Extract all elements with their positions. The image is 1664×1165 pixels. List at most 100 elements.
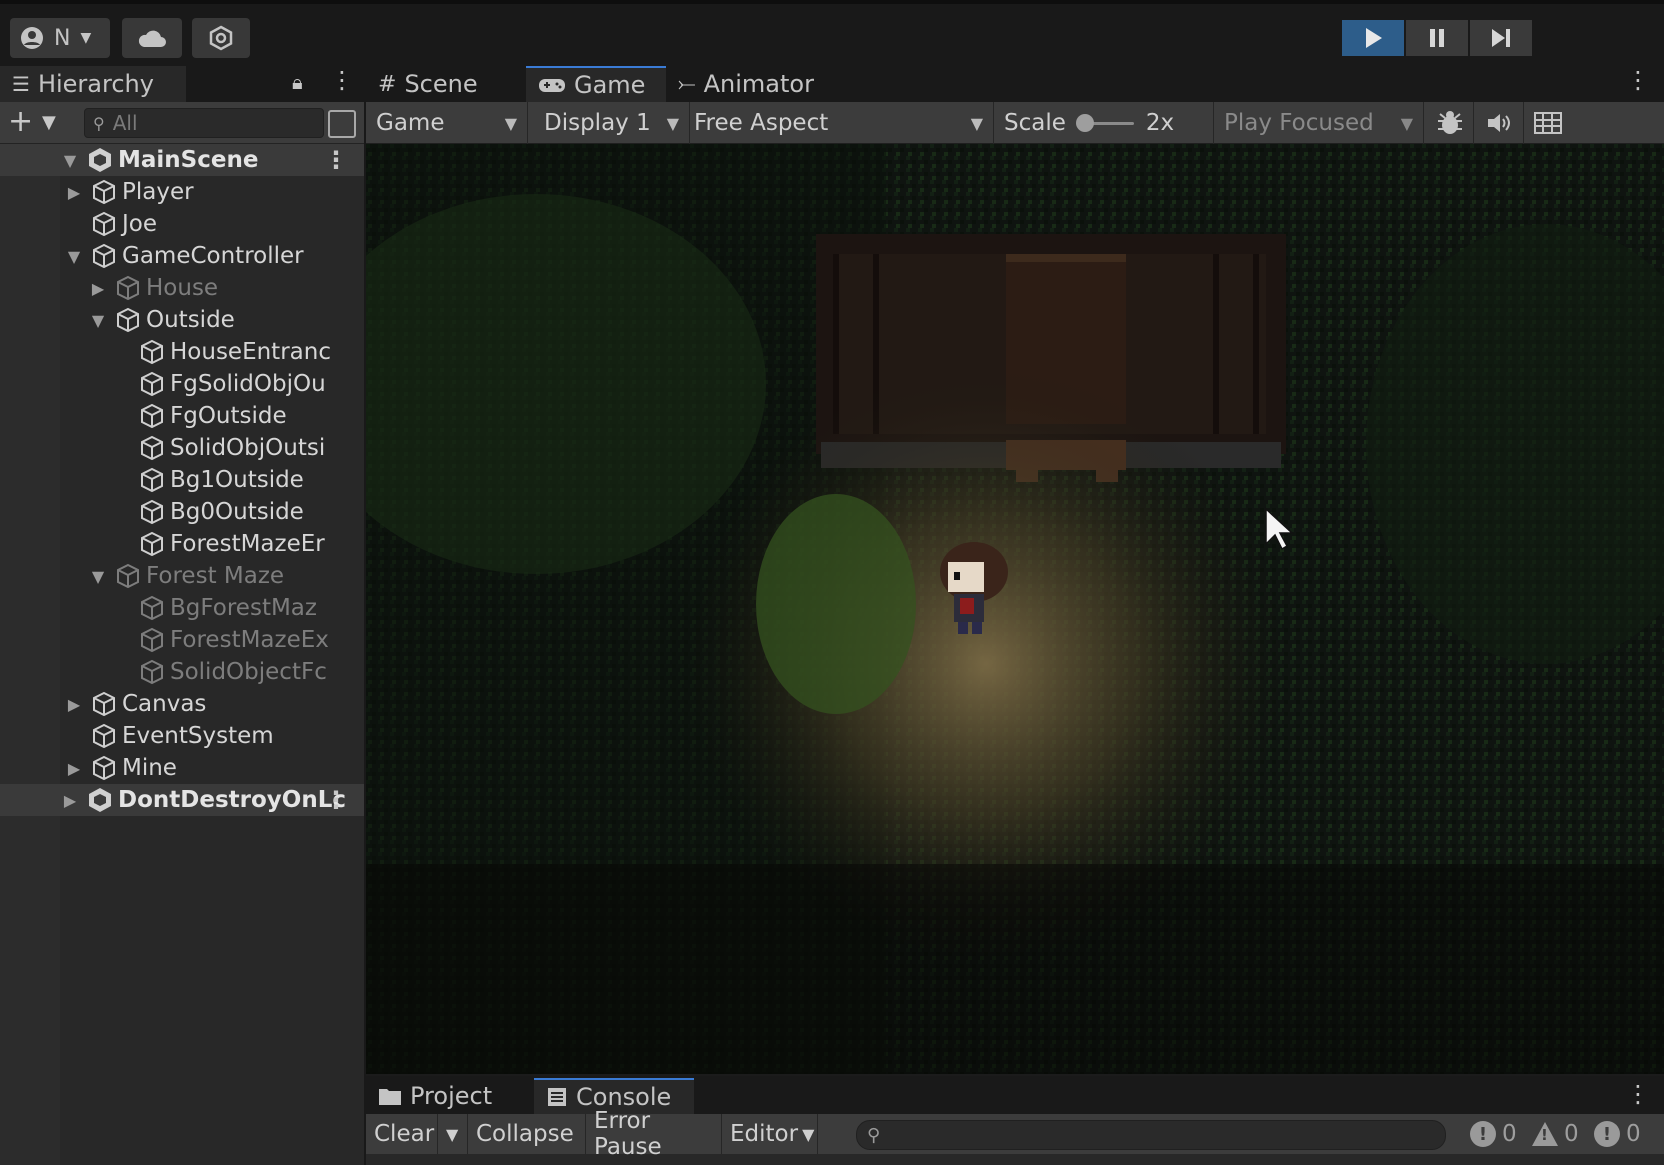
- view-select[interactable]: Game ▼: [366, 102, 528, 144]
- hierarchy-item-label: ForestMazeEr: [170, 531, 325, 557]
- collapsed-arrow-icon[interactable]: ▶: [64, 695, 84, 714]
- warning-count-value: 0: [1564, 1121, 1579, 1147]
- unity-services-button[interactable]: [192, 18, 250, 58]
- scene-menu-icon[interactable]: ⋮: [324, 146, 348, 174]
- display-select[interactable]: Display 1 ▼: [528, 102, 690, 144]
- hierarchy-item[interactable]: EventSystem: [0, 720, 364, 752]
- chevron-down-icon[interactable]: ▼: [42, 112, 56, 133]
- warning-count[interactable]: ! 0: [1532, 1114, 1579, 1154]
- expanded-arrow-icon[interactable]: ▼: [60, 151, 80, 170]
- collapsed-arrow-icon[interactable]: ▶: [64, 759, 84, 778]
- chevron-down-icon: ▼: [446, 1124, 459, 1144]
- panel-menu-icon[interactable]: ⋮: [330, 66, 354, 94]
- hierarchy-item-label: HouseEntranc: [170, 339, 331, 365]
- hierarchy-item[interactable]: ▶ Canvas: [0, 688, 364, 720]
- add-icon[interactable]: +: [8, 107, 33, 137]
- error-icon: !: [1594, 1121, 1620, 1147]
- game-viewport[interactable]: [366, 144, 1664, 1074]
- hierarchy-scene-row[interactable]: ▶ DontDestroyOnLc ⋮: [0, 784, 364, 816]
- hierarchy-item[interactable]: ▶ Player: [0, 176, 364, 208]
- chevron-down-icon: ▼: [1400, 113, 1413, 133]
- scene-menu-icon[interactable]: ⋮: [324, 786, 348, 814]
- collapsed-arrow-icon[interactable]: ▶: [60, 791, 80, 810]
- hierarchy-item[interactable]: ▶ Mine: [0, 752, 364, 784]
- hierarchy-item-label: Mine: [122, 755, 177, 781]
- display-select-value: Display 1: [544, 110, 651, 136]
- hierarchy-item[interactable]: SolidObjectFc: [0, 656, 364, 688]
- gameobject-cube-icon: [141, 467, 163, 493]
- cloud-button[interactable]: [122, 18, 182, 58]
- clear-label: Clear: [374, 1121, 435, 1147]
- tab-animator[interactable]: ⤚ Animator: [666, 66, 856, 102]
- log-count[interactable]: ! 0: [1470, 1114, 1517, 1154]
- hierarchy-item[interactable]: HouseEntranc: [0, 336, 364, 368]
- collapse-toggle[interactable]: Collapse: [468, 1114, 586, 1154]
- hierarchy-item[interactable]: FgOutside: [0, 400, 364, 432]
- hierarchy-toolbar: + ▼ ⚲ All: [0, 102, 364, 144]
- hierarchy-item[interactable]: ▼ Forest Maze: [0, 560, 364, 592]
- play-button[interactable]: [1342, 20, 1404, 56]
- chevron-down-icon: ▼: [666, 113, 679, 133]
- panel-menu-icon[interactable]: ⋮: [1626, 66, 1650, 94]
- aspect-select-value: Free Aspect: [694, 110, 829, 136]
- scale-control: Scale 2x: [994, 102, 1214, 144]
- tab-game[interactable]: Game: [526, 66, 666, 102]
- gameobject-cube-icon: [93, 243, 115, 269]
- hierarchy-item-label: MainScene: [118, 147, 259, 173]
- expanded-arrow-icon[interactable]: ▼: [88, 567, 108, 586]
- play-mode-select[interactable]: Play Focused ▼: [1214, 102, 1424, 144]
- clear-options-dropdown[interactable]: ▼: [438, 1114, 468, 1154]
- hierarchy-item[interactable]: BgForestMaz: [0, 592, 364, 624]
- clear-button[interactable]: Clear: [366, 1114, 438, 1154]
- scene-visibility-icon[interactable]: [328, 110, 356, 138]
- tab-scene[interactable]: # Scene: [366, 66, 524, 102]
- game-render: [366, 144, 1664, 1074]
- hierarchy-item[interactable]: ForestMazeEr: [0, 528, 364, 560]
- panel-menu-icon[interactable]: ⋮: [1626, 1080, 1650, 1108]
- step-button[interactable]: [1470, 20, 1532, 56]
- gameobject-cube-icon: [117, 275, 139, 301]
- warning-icon: !: [1532, 1122, 1558, 1146]
- expanded-arrow-icon[interactable]: ▼: [64, 247, 84, 266]
- collapsed-arrow-icon[interactable]: ▶: [64, 183, 84, 202]
- mute-audio-button[interactable]: [1474, 102, 1524, 144]
- tab-hierarchy[interactable]: ☰ Hierarchy: [0, 66, 186, 102]
- error-count[interactable]: ! 0: [1594, 1114, 1641, 1154]
- hierarchy-item[interactable]: SolidObjOutsi: [0, 432, 364, 464]
- hierarchy-item-label: Player: [122, 179, 194, 205]
- project-tab-label: Project: [410, 1082, 493, 1110]
- gameobject-cube-icon: [117, 563, 139, 589]
- error-pause-toggle[interactable]: Error Pause: [586, 1108, 722, 1160]
- editor-dropdown[interactable]: Editor ▼: [722, 1114, 818, 1154]
- hierarchy-item[interactable]: ▼ Outside: [0, 304, 364, 336]
- gameobject-cube-icon: [141, 435, 163, 461]
- hierarchy-item[interactable]: Joe: [0, 208, 364, 240]
- expanded-arrow-icon[interactable]: ▼: [88, 311, 108, 330]
- console-search-input[interactable]: ⚲: [856, 1120, 1446, 1150]
- hierarchy-item[interactable]: ForestMazeEx: [0, 624, 364, 656]
- hierarchy-item[interactable]: FgSolidObjOu: [0, 368, 364, 400]
- search-icon: ⚲: [867, 1124, 881, 1146]
- hierarchy-item[interactable]: Bg1Outside: [0, 464, 364, 496]
- collapsed-arrow-icon[interactable]: ▶: [88, 279, 108, 298]
- chevron-down-icon: ▼: [80, 30, 92, 46]
- hierarchy-item[interactable]: Bg0Outside: [0, 496, 364, 528]
- pause-button[interactable]: [1406, 20, 1468, 56]
- collapse-label: Collapse: [476, 1121, 574, 1147]
- hierarchy-scene-row[interactable]: ▼ MainScene ⋮: [0, 144, 364, 176]
- account-button[interactable]: N ▼: [10, 18, 110, 58]
- aspect-select[interactable]: Free Aspect ▼: [690, 102, 994, 144]
- scale-slider-thumb[interactable]: [1075, 114, 1094, 132]
- hierarchy-item[interactable]: ▶ House: [0, 272, 364, 304]
- lock-icon[interactable]: 🔒︎: [292, 70, 303, 94]
- hierarchy-search-input[interactable]: ⚲ All: [84, 108, 324, 138]
- hierarchy-item[interactable]: ▼ GameController: [0, 240, 364, 272]
- scene-tab-label: Scene: [404, 70, 478, 98]
- gameobject-cube-icon: [117, 307, 139, 333]
- grid-icon: [1534, 112, 1562, 134]
- hierarchy-item-label: Forest Maze: [146, 563, 285, 589]
- tab-project[interactable]: Project: [366, 1078, 534, 1114]
- gizmos-button[interactable]: [1524, 102, 1664, 144]
- scale-slider[interactable]: [1075, 113, 1134, 133]
- stats-button[interactable]: [1424, 102, 1474, 144]
